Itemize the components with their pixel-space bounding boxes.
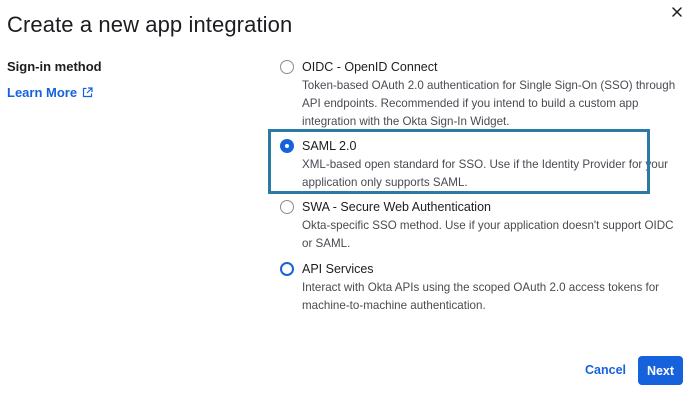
radio-swa[interactable]	[280, 200, 294, 214]
dialog-title: Create a new app integration	[7, 12, 293, 37]
radio-oidc[interactable]	[280, 60, 294, 74]
radio-saml[interactable]	[280, 139, 294, 153]
option-title: API Services	[302, 262, 374, 276]
option-title: OIDC - OpenID Connect	[302, 60, 438, 74]
option-title: SWA - Secure Web Authentication	[302, 200, 491, 214]
learn-more-label: Learn More	[7, 85, 78, 100]
option-description: XML-based open standard for SSO. Use if …	[302, 158, 669, 189]
option-description: Okta-specific SSO method. Use if your ap…	[302, 219, 674, 250]
option-description: Interact with Okta APIs using the scoped…	[302, 281, 660, 312]
next-button[interactable]: Next	[638, 356, 683, 385]
external-link-icon	[82, 87, 93, 98]
radio-api-services[interactable]	[280, 262, 294, 276]
option-title: SAML 2.0	[302, 139, 357, 153]
cancel-button[interactable]: Cancel	[578, 356, 633, 384]
learn-more-link[interactable]: Learn More	[7, 85, 93, 100]
option-description: Token-based OAuth 2.0 authentication for…	[302, 79, 676, 128]
sign-in-method-label: Sign-in method	[7, 59, 102, 74]
close-icon[interactable]	[670, 5, 684, 19]
